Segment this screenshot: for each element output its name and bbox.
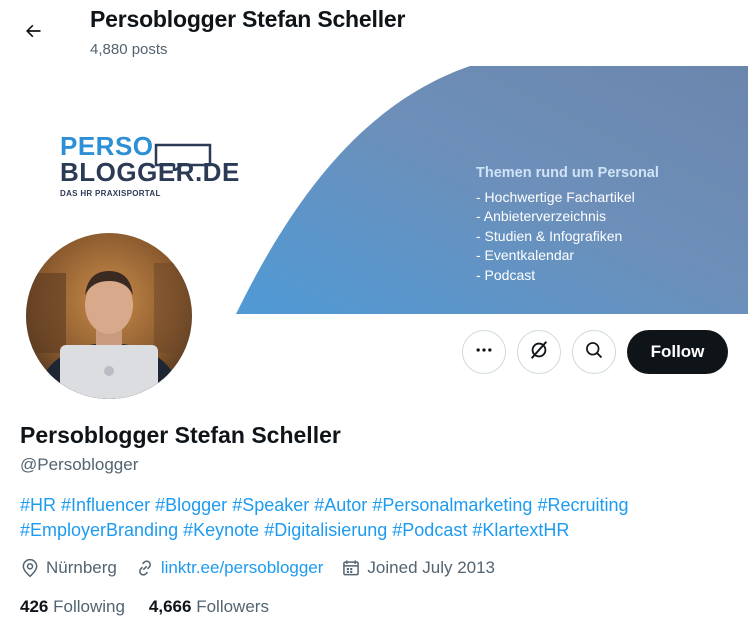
hashtag-link[interactable]: #HR — [20, 495, 56, 515]
followers-count: 4,666 — [148, 597, 192, 616]
location-text: Nürnberg — [46, 558, 117, 577]
location: Nürnberg — [20, 558, 117, 578]
followers-label: Followers — [196, 597, 269, 616]
bio-line-1: #HR #Influencer #Blogger #Speaker #Autor… — [20, 493, 730, 518]
banner-item: - Studien & Infografiken — [476, 227, 623, 244]
grok-icon — [528, 339, 550, 366]
banner-topics: Themen rund um Personal - Hochwertige Fa… — [476, 164, 659, 285]
speech-bubble-icon — [154, 143, 212, 171]
hashtag-link[interactable]: #Speaker — [232, 495, 309, 515]
profile-handle: @Persoblogger — [20, 455, 139, 474]
grok-button[interactable] — [517, 330, 561, 374]
following-count: 426 — [20, 597, 49, 616]
hashtag-link[interactable]: #Podcast — [392, 520, 467, 540]
hashtag-link[interactable]: #Blogger — [155, 495, 227, 515]
post-count: 4,880 posts — [90, 41, 168, 58]
profile-stats: 426 Following 4,666 Followers — [20, 597, 293, 617]
profile-bio: #HR #Influencer #Blogger #Speaker #Autor… — [20, 493, 730, 543]
persoblogger-logo: PERSO BLOGGER.DE DAS HR PRAXISPORTAL — [60, 131, 240, 198]
hashtag-link[interactable]: #Autor — [314, 495, 367, 515]
location-pin-icon — [22, 558, 38, 578]
following-link[interactable]: 426 Following — [20, 597, 125, 617]
search-button[interactable] — [572, 330, 616, 374]
joined-text: Joined July 2013 — [367, 558, 496, 577]
banner-item: - Eventkalendar — [476, 247, 575, 263]
hashtag-link[interactable]: #EmployerBranding — [20, 520, 178, 540]
arrow-left-icon — [23, 21, 43, 46]
banner-item: - Anbieterverzeichnis — [476, 208, 606, 224]
banner-item: - Podcast — [476, 266, 536, 283]
calendar-icon — [343, 560, 360, 576]
following-label: Following — [53, 597, 125, 616]
search-icon — [584, 340, 604, 365]
banner-item: - Hochwertige Fachartikel — [476, 188, 635, 205]
hashtag-link[interactable]: #Digitalisierung — [264, 520, 387, 540]
link-icon — [138, 560, 151, 576]
joined-date: Joined July 2013 — [341, 558, 495, 578]
hashtag-link[interactable]: #Keynote — [183, 520, 259, 540]
top-bar: Persoblogger Stefan Scheller 4,880 posts — [0, 0, 748, 64]
banner-heading: Themen rund um Personal — [476, 165, 659, 181]
hashtag-link[interactable]: #Personalmarketing — [372, 495, 532, 515]
hashtag-link[interactable]: #KlartextHR — [472, 520, 569, 540]
profile-name: Persoblogger Stefan Scheller — [20, 422, 341, 448]
avatar[interactable] — [22, 229, 196, 403]
profile-meta: Nürnberg linktr.ee/persoblogger Joined J… — [20, 558, 513, 578]
back-button[interactable] — [14, 14, 52, 52]
hashtag-link[interactable]: #Recruiting — [537, 495, 628, 515]
more-button[interactable] — [462, 330, 506, 374]
website-link[interactable]: linktr.ee/persoblogger — [161, 558, 324, 578]
bio-line-2: #EmployerBranding #Keynote #Digitalisier… — [20, 518, 730, 543]
more-icon — [474, 340, 494, 365]
followers-link[interactable]: 4,666 Followers — [149, 597, 269, 617]
follow-button[interactable]: Follow — [627, 330, 728, 374]
page-title: Persoblogger Stefan Scheller — [90, 6, 406, 32]
hashtag-link[interactable]: #Influencer — [61, 495, 150, 515]
avatar-photo — [26, 233, 192, 399]
website[interactable]: linktr.ee/persoblogger — [135, 558, 324, 578]
